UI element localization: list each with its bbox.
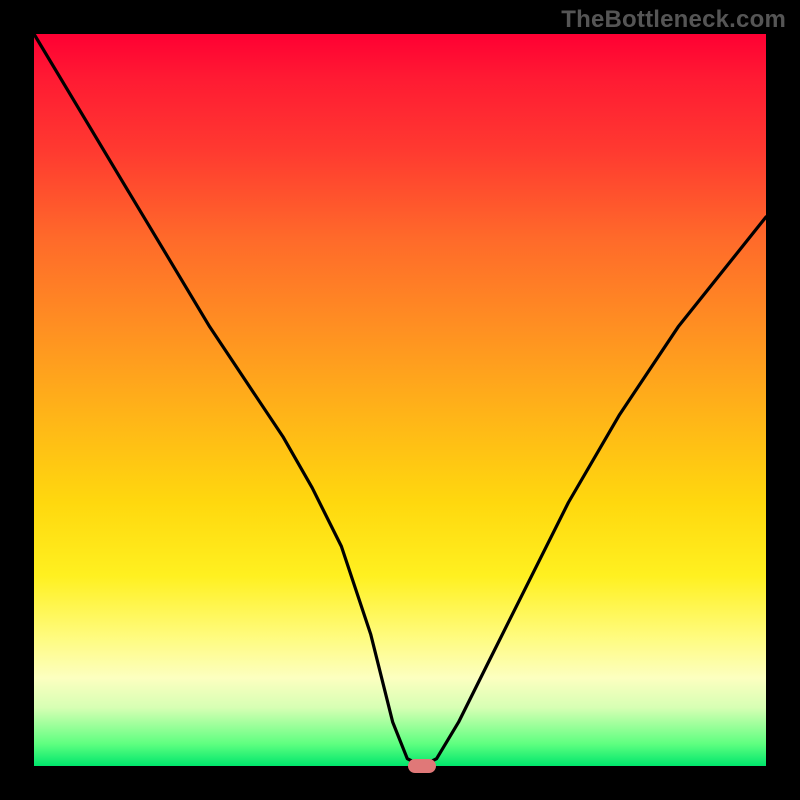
curve-path [34, 34, 766, 766]
watermark-text: TheBottleneck.com [561, 6, 786, 34]
bottleneck-curve [34, 34, 766, 766]
chart-frame: TheBottleneck.com [0, 0, 800, 800]
plot-area [34, 34, 766, 766]
optimal-marker [408, 759, 436, 773]
